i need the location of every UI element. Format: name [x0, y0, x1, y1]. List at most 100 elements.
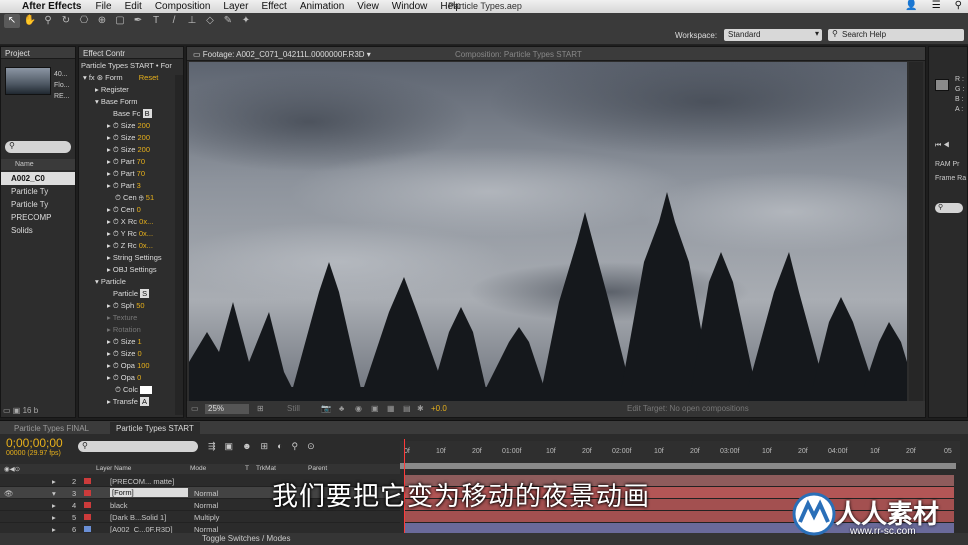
label-color[interactable] — [84, 526, 91, 532]
roi-icon[interactable]: ▣ — [371, 404, 379, 413]
expand-icon[interactable]: ▸ — [52, 501, 56, 510]
prev-frame-icon[interactable]: ◀ — [943, 142, 949, 149]
property-value[interactable]: 200 — [137, 145, 150, 154]
property-value[interactable]: 200 — [137, 121, 150, 130]
property-value[interactable]: 50 — [136, 301, 144, 310]
property-group[interactable]: ▸ Register — [79, 85, 179, 97]
column-name[interactable]: Name — [1, 159, 75, 170]
property-row[interactable]: ▸ ⏱ Size 200 — [79, 121, 179, 133]
type-tool-icon[interactable]: T — [148, 14, 164, 28]
exposure-value[interactable]: +0.0 — [431, 404, 447, 413]
property-row[interactable]: ▸ ⏱ Size 0 — [79, 349, 179, 361]
property-row[interactable]: ▸ ⏱ Size 1 — [79, 337, 179, 349]
list-item[interactable]: Particle Ty — [1, 198, 75, 211]
draft-3d-icon[interactable]: ▣ — [225, 441, 234, 452]
bpc-label[interactable]: 16 b — [23, 406, 39, 415]
list-item[interactable]: PRECOMP — [1, 211, 75, 224]
motion-blur-icon[interactable]: ◐ — [277, 441, 282, 452]
comp-mini-flowchart-icon[interactable]: ⇶ — [208, 441, 216, 452]
region-icon[interactable]: ▭ — [191, 404, 199, 413]
column-trkmat[interactable]: TrkMat — [256, 465, 276, 472]
selection-tool-icon[interactable]: ↖ — [4, 14, 20, 28]
expand-icon[interactable]: ▾ — [52, 489, 56, 498]
effect-header[interactable]: ▾ fx ⊛ Form Reset — [79, 73, 179, 85]
property-row[interactable]: ▸ ⏱ Size 200 — [79, 133, 179, 145]
tab-footage[interactable]: ▭ Footage: A002_C071_04211L.0000000F.R3D… — [193, 50, 371, 59]
ram-preview-label[interactable]: RAM Pr — [935, 161, 960, 168]
pan-behind-tool-icon[interactable]: ⊕ — [94, 14, 110, 28]
property-row[interactable]: ▸ ⏱ Part 70 — [79, 157, 179, 169]
camera-tool-icon[interactable]: ⎔ — [76, 14, 92, 28]
property-group[interactable]: ▾ Particle — [79, 277, 179, 289]
rectangle-tool-icon[interactable]: ▢ — [112, 14, 128, 28]
tab-particle-types-final[interactable]: Particle Types FINAL — [14, 424, 89, 433]
property-row[interactable]: Particle S — [79, 289, 179, 301]
property-group[interactable]: ▸ Texture — [79, 313, 179, 325]
first-frame-icon[interactable]: ⏮ — [935, 142, 941, 149]
layer-name[interactable]: [Dark B...Solid 1] — [110, 513, 166, 522]
user-icon[interactable]: 👤 — [905, 0, 917, 11]
show-snapshot-icon[interactable]: ♣ — [339, 404, 344, 413]
property-group[interactable]: ▸ String Settings — [79, 253, 179, 265]
exposure-icon[interactable]: ✱ — [417, 404, 424, 413]
property-row[interactable]: ⏱ Colc — [79, 385, 179, 397]
property-row[interactable]: ▸ ⏱ Sph 50 — [79, 301, 179, 313]
project-search-input[interactable]: ⚲ — [5, 141, 71, 153]
grid-icon[interactable]: ▤ — [403, 404, 411, 413]
toggle-switches-modes-button[interactable]: Toggle Switches / Modes — [202, 534, 291, 543]
tab-particle-types-start[interactable]: Particle Types START — [110, 422, 200, 434]
frame-blend-icon[interactable]: ⊞ — [261, 441, 269, 452]
zoom-select[interactable]: 25% — [205, 404, 249, 414]
effects-search-input[interactable]: ⚲ — [935, 203, 963, 213]
property-value[interactable]: 0 — [137, 373, 141, 382]
property-dropdown[interactable]: S — [140, 289, 150, 298]
property-row[interactable]: ⏱ Cen ⊕ 51 — [79, 193, 179, 205]
property-row[interactable]: ▸ ⏱ Y Rc 0x... — [79, 229, 179, 241]
safe-zones-icon[interactable]: ⊞ — [257, 404, 264, 413]
property-value[interactable]: 70 — [137, 157, 145, 166]
property-row[interactable]: ▸ ⏱ Part 3 — [79, 181, 179, 193]
label-color[interactable] — [84, 490, 91, 496]
property-value[interactable]: 200 — [137, 133, 150, 142]
property-row[interactable]: ▸ ⏱ Size 200 — [79, 145, 179, 157]
brush-tool-icon[interactable]: / — [166, 14, 182, 28]
folder-icon[interactable]: ▭ — [3, 406, 11, 415]
column-t[interactable]: T — [245, 465, 249, 472]
property-value[interactable]: 0 — [137, 349, 141, 358]
layer-mode[interactable]: Multiply — [194, 513, 219, 522]
property-dropdown[interactable]: A — [139, 397, 149, 406]
viewer-scrollbar[interactable] — [909, 62, 923, 402]
property-value[interactable]: 100 — [137, 361, 150, 370]
time-ruler[interactable]: 0f 10f 20f 01:00f 10f 20f 02:00f 10f 20f… — [400, 441, 960, 463]
list-item[interactable]: A002_C0 — [1, 172, 75, 185]
zoom-tool-icon[interactable]: ⚲ — [40, 14, 56, 28]
expand-icon[interactable]: ▸ — [52, 513, 56, 522]
rotate-tool-icon[interactable]: ↻ — [58, 14, 74, 28]
property-row[interactable]: ▸ ⏱ X Rc 0x... — [79, 217, 179, 229]
label-color[interactable] — [84, 478, 91, 484]
property-value[interactable]: 70 — [137, 169, 145, 178]
brainstorm-icon[interactable]: ⊙ — [307, 441, 315, 452]
layer-name[interactable]: [PRECOM... matte] — [110, 477, 174, 486]
work-area-bar[interactable] — [400, 463, 956, 469]
eraser-tool-icon[interactable]: ◇ — [202, 14, 218, 28]
property-value[interactable]: 0x... — [139, 229, 153, 238]
menu-edit[interactable]: Edit — [125, 1, 142, 12]
menu-effect[interactable]: Effect — [261, 1, 286, 12]
property-row[interactable]: Base Fc B — [79, 109, 179, 121]
label-color[interactable] — [84, 514, 91, 520]
roto-tool-icon[interactable]: ✎ — [220, 14, 236, 28]
app-menu[interactable]: After Effects — [22, 1, 81, 12]
effect-scrollbar[interactable] — [175, 75, 183, 415]
layer-mode[interactable]: Normal — [194, 501, 218, 510]
property-row[interactable]: ▸ Transfe A — [79, 397, 179, 409]
color-swatch[interactable] — [140, 386, 153, 395]
menu-animation[interactable]: Animation — [300, 1, 344, 12]
property-group[interactable]: ▸ Rotation — [79, 325, 179, 337]
eye-icon[interactable]: 👁 — [4, 489, 14, 498]
pen-tool-icon[interactable]: ✒ — [130, 14, 146, 28]
menu-composition[interactable]: Composition — [155, 1, 211, 12]
property-row[interactable]: ▸ ⏱ Cen 0 — [79, 205, 179, 217]
channel-icon[interactable]: ◉ — [355, 404, 362, 413]
property-row[interactable]: ▸ ⏱ Z Rc 0x... — [79, 241, 179, 253]
